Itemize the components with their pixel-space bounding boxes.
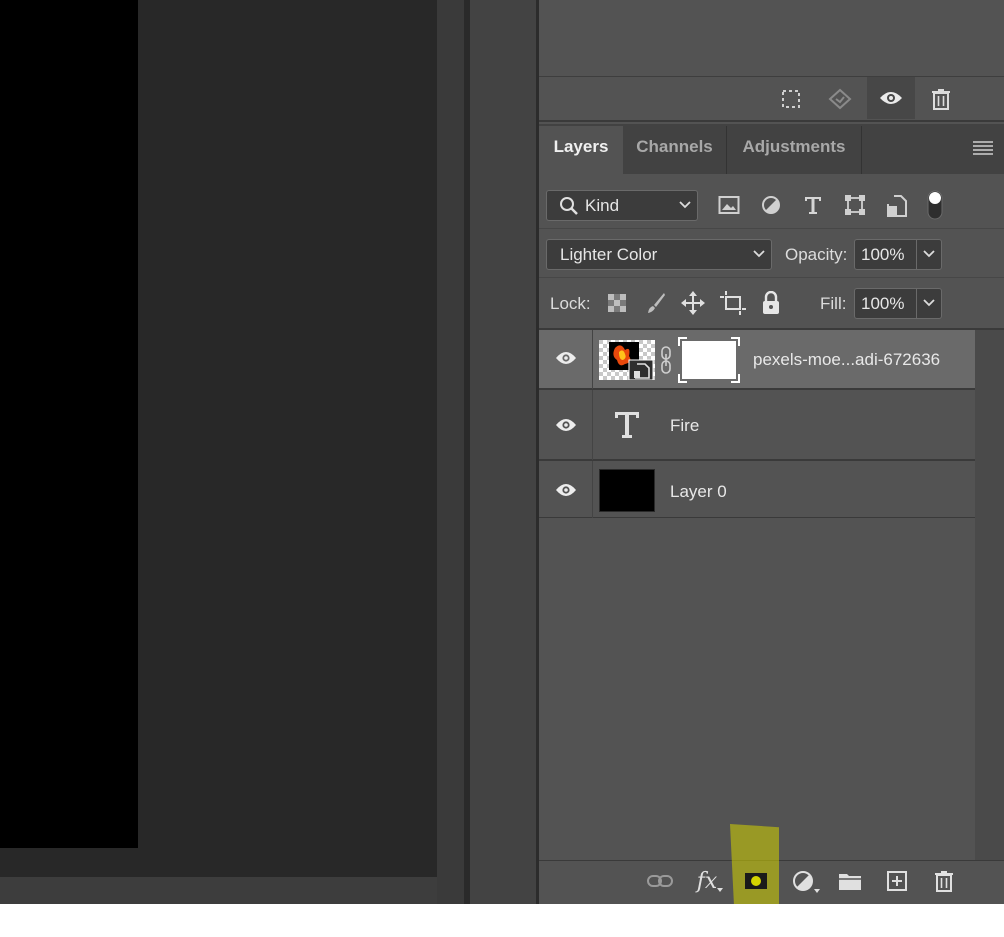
add-mask-icon[interactable] (743, 869, 769, 893)
layer-row-text[interactable]: Fire (539, 389, 975, 460)
link-layers-icon[interactable] (646, 869, 674, 893)
new-layer-icon[interactable] (885, 869, 909, 893)
opacity-field[interactable]: 100% (854, 239, 942, 270)
fill-value: 100% (861, 294, 905, 313)
layer-thumbnail[interactable] (599, 469, 655, 512)
visibility-eye-icon[interactable] (867, 77, 915, 119)
search-icon (559, 196, 579, 216)
image-filter-icon[interactable] (717, 194, 741, 216)
horizontal-scrollbar[interactable] (0, 877, 466, 904)
kind-label: Kind (585, 196, 620, 215)
filter-toggle-icon[interactable] (926, 189, 944, 221)
trash-icon[interactable] (929, 87, 953, 111)
opacity-value: 100% (861, 245, 905, 264)
fx-label: fx (696, 868, 718, 894)
layer-row-pixel[interactable]: Layer 0 (539, 460, 975, 518)
panel-menu-icon[interactable] (970, 138, 996, 158)
smart-object-filter-icon[interactable] (885, 194, 909, 218)
blend-row-divider (539, 277, 1004, 278)
lock-all-icon[interactable] (760, 291, 782, 315)
filter-row-divider (539, 228, 1004, 229)
visibility-eye-icon[interactable] (555, 350, 577, 366)
fx-icon[interactable]: fx (693, 866, 727, 896)
adjustment-filter-icon[interactable] (759, 194, 783, 216)
layer-mask-thumbnail[interactable] (678, 337, 740, 383)
tab-layers[interactable]: Layers (539, 126, 623, 174)
row-divider (592, 390, 593, 460)
document-canvas[interactable] (0, 0, 138, 848)
lock-transparent-pixels-icon[interactable] (606, 292, 628, 314)
fill-field[interactable]: 100% (854, 288, 942, 319)
delete-layer-icon[interactable] (932, 868, 956, 894)
fill-label: Fill: (820, 294, 847, 313)
chevron-down-icon (679, 201, 691, 209)
opacity-label: Opacity: (785, 245, 848, 264)
visibility-eye-icon[interactable] (555, 482, 577, 498)
lock-artboard-icon[interactable] (720, 291, 746, 315)
layers-scroll-track[interactable] (975, 330, 1004, 860)
lock-position-icon[interactable] (681, 291, 705, 315)
type-layer-icon (614, 411, 640, 439)
layer-thumbnail[interactable] (599, 340, 655, 380)
chevron-down-icon[interactable] (923, 250, 935, 258)
blend-mode-value: Lighter Color (560, 245, 658, 264)
layer-name[interactable]: Fire (670, 416, 699, 436)
shape-filter-icon[interactable] (843, 194, 867, 216)
fill-divider (916, 289, 917, 318)
properties-toolbar (539, 76, 1004, 122)
chevron-down-icon[interactable] (923, 299, 935, 307)
layer-name[interactable]: pexels-moe...adi-672636 (753, 350, 940, 370)
blend-mode-dropdown[interactable]: Lighter Color (546, 239, 772, 270)
vertical-scroll-track[interactable] (437, 0, 464, 904)
replace-layer-icon[interactable] (827, 87, 853, 111)
mask-link-icon[interactable] (660, 346, 672, 374)
lock-label: Lock: (550, 294, 591, 313)
tab-channels[interactable]: Channels (623, 126, 727, 174)
layer-row-smart-object[interactable]: pexels-moe...adi-672636 (539, 330, 975, 389)
opacity-divider (916, 240, 917, 269)
row-divider (592, 461, 593, 518)
selection-icon[interactable] (779, 87, 803, 111)
collapsed-dock (470, 0, 536, 904)
layer-name[interactable]: Layer 0 (670, 482, 727, 502)
type-filter-icon[interactable] (801, 194, 825, 216)
chevron-down-icon (753, 250, 765, 258)
visibility-eye-icon[interactable] (555, 417, 577, 433)
row-divider (592, 330, 593, 389)
kind-filter-dropdown[interactable]: Kind (546, 190, 698, 221)
tab-adjustments[interactable]: Adjustments (727, 126, 862, 174)
folder-icon[interactable] (837, 869, 863, 893)
adjustment-layer-icon[interactable] (790, 868, 822, 896)
lock-image-pixels-icon[interactable] (645, 292, 667, 314)
